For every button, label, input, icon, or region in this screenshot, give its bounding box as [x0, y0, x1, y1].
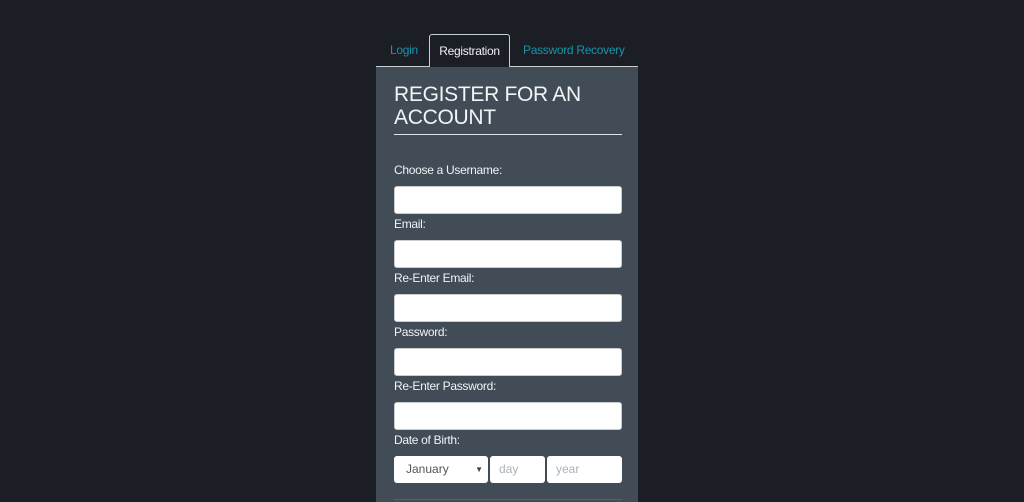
username-input[interactable]	[394, 186, 622, 214]
caret-down-icon: ▼	[475, 465, 483, 474]
divider	[394, 499, 622, 500]
reenter-password-input[interactable]	[394, 402, 622, 430]
day-input[interactable]: day	[490, 456, 545, 483]
username-label: Choose a Username:	[394, 163, 502, 177]
reenter-email-input[interactable]	[394, 294, 622, 322]
year-placeholder: year	[556, 462, 580, 476]
reenter-email-label: Re-Enter Email:	[394, 271, 475, 285]
tab-registration[interactable]: Registration	[429, 34, 510, 68]
dob-label: Date of Birth:	[394, 433, 460, 447]
reenter-password-label: Re-Enter Password:	[394, 379, 496, 393]
month-value: January	[406, 462, 449, 476]
registration-panel: REGISTER FOR AN ACCOUNT Choose a Usernam…	[376, 67, 638, 502]
tab-password-recovery[interactable]: Password Recovery	[523, 34, 625, 66]
month-select[interactable]: January ▼	[394, 456, 488, 483]
password-label: Password:	[394, 325, 448, 339]
email-label: Email:	[394, 217, 426, 231]
day-placeholder: day	[499, 462, 519, 476]
year-input[interactable]: year	[547, 456, 622, 483]
tab-bar: Login Registration Password Recovery	[376, 34, 638, 68]
password-input[interactable]	[394, 348, 622, 376]
tab-login[interactable]: Login	[390, 34, 418, 66]
email-input[interactable]	[394, 240, 622, 268]
title-divider	[394, 134, 622, 135]
page-title: REGISTER FOR AN ACCOUNT	[394, 83, 581, 129]
